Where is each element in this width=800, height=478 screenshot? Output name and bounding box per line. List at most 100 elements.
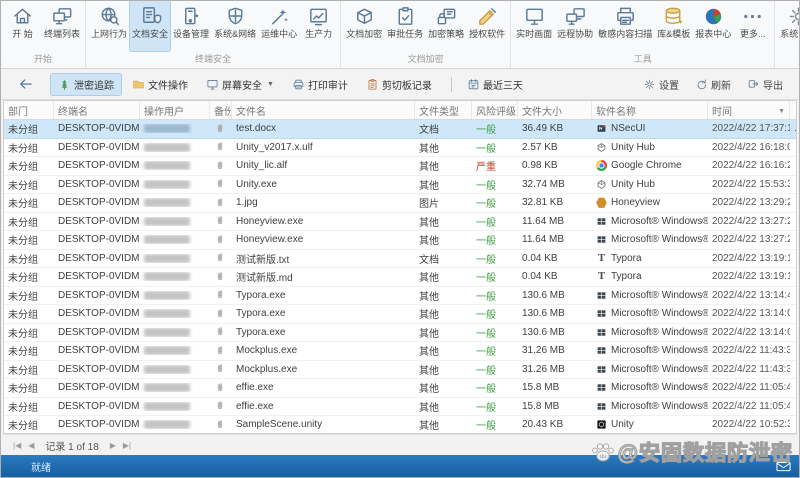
ribbon-item-label: 库&模板 [657, 29, 691, 39]
cell-filename: effie.exe [236, 382, 274, 394]
column-header-terminal[interactable]: 终端名 [54, 101, 140, 119]
ribbon-item-sensitive-scan[interactable]: 敏感内容扫描 [596, 1, 654, 51]
column-header-time[interactable]: 时间 ▼ [708, 101, 790, 119]
next-page-button[interactable]: ▶ [110, 441, 116, 450]
column-header-filesize[interactable]: 文件大小 [518, 101, 592, 119]
cell-filesize: 36.49 KB [522, 123, 564, 135]
prev-page-button[interactable]: ◀ [28, 441, 34, 450]
app-name-label: Google Chrome [611, 160, 682, 172]
ribbon-item-label: 上网行为 [91, 29, 128, 39]
column-header-backup[interactable]: 备份 [210, 101, 232, 119]
cell-time: 2022/4/22 17:37:18 [712, 123, 790, 135]
envelope-icon[interactable] [776, 461, 791, 472]
ribbon-item-approval-task[interactable]: 审批任务 [385, 1, 425, 51]
cell-dept: 未分组 [8, 199, 38, 211]
column-header-user[interactable]: 操作用户 [140, 101, 210, 119]
recent-days-button[interactable]: 最近三天 [460, 74, 530, 95]
ribbon-item-label: 设备管理 [173, 29, 210, 39]
refresh-button[interactable]: 刷新 [693, 74, 733, 95]
ribbon-item-system-settings[interactable]: 系统设置 [778, 1, 799, 51]
cell-filetype: 其他 [419, 291, 439, 303]
cell-risk: 一般 [476, 180, 496, 192]
ribbon-item-encrypt-policy[interactable]: 加密策略 [426, 1, 466, 51]
table-row[interactable]: 未分组 DESKTOP-0VIDMDJ Unity_v2017.x.ulf 其他 一般 2… [4, 138, 796, 157]
gear-icon [643, 78, 656, 91]
cell-appname: T Typora [592, 271, 708, 282]
paperclip-icon [214, 197, 226, 209]
table-row[interactable]: 未分组 DESKTOP-0VIDMDJ 测试新版.txt 文档 一般 0.04 KB T Ty… [4, 249, 796, 268]
first-page-button[interactable]: |◀ [13, 441, 21, 450]
table-row[interactable]: 未分组 DESKTOP-0VIDMDJ Unity_lic.alf 其他 严重 0.98 … [4, 157, 796, 176]
caret-down-icon[interactable]: ▼ [778, 105, 785, 116]
column-header-dept[interactable]: 部门 [4, 101, 54, 119]
table-row[interactable]: 未分组 DESKTOP-0VIDMDJ 1.jpg 图片 一般 32.81 KB Honey… [4, 194, 796, 213]
table-row[interactable]: 未分组 DESKTOP-0VIDMDJ Mockplus.exe 其他 一般 31.26 … [4, 342, 796, 361]
cell-user-redacted [140, 142, 210, 152]
screen-security-button[interactable]: 屏幕安全 ▼ [199, 74, 281, 95]
toolbar-button-label: 导出 [763, 80, 783, 92]
cell-filetype: 其他 [419, 384, 439, 396]
typora-icon: T [597, 271, 606, 283]
app-name-label: Microsoft® Windows® Oper... [611, 400, 708, 412]
table-row[interactable]: 未分组 DESKTOP-0VIDMDJ Typora.exe 其他 一般 130.6 MB… [4, 286, 796, 305]
ribbon-item-realtime-screen[interactable]: 实时画面 [514, 1, 554, 51]
clipboard-record-button[interactable]: 剪切板记录 [359, 74, 439, 95]
paperclip-icon [214, 160, 226, 172]
cell-filetype: 其他 [419, 162, 439, 174]
ribbon-item-system-network[interactable]: 系统&网络 [212, 1, 258, 51]
cell-filesize: 20.43 KB [522, 419, 564, 431]
table-row[interactable]: 未分组 DESKTOP-0VIDMDJ Honeyview.exe 其他 一般 11.64… [4, 212, 796, 231]
ribbon-item-more[interactable]: 更多... [734, 1, 771, 51]
table-row[interactable]: 未分组 DESKTOP-0VIDMDJ Mockplus.exe 其他 一般 31.26 … [4, 360, 796, 379]
ribbon-group-label: 开始 [34, 54, 53, 64]
file-ops-button[interactable]: 文件操作 [125, 74, 195, 95]
cell-filename: SampleScene.unity [236, 419, 323, 431]
export-icon [747, 78, 760, 91]
ribbon-item-web-behavior[interactable]: 上网行为 [89, 1, 129, 51]
ribbon-item-label: 敏感内容扫描 [598, 29, 653, 39]
ribbon-item-authorized-software[interactable]: 授权软件 [467, 1, 507, 51]
back-button[interactable] [17, 75, 35, 93]
settings-button[interactable]: 设置 [641, 74, 681, 95]
cell-backup [210, 345, 232, 357]
terminal-list-icon [51, 5, 74, 28]
ribbon-group-label: 文档加密 [407, 54, 444, 64]
ribbon-item-home[interactable]: 开 始 [4, 1, 41, 51]
ribbon-item-doc-encrypt[interactable]: 文档加密 [344, 1, 384, 51]
ribbon-item-remote-assist[interactable]: 远程协助 [555, 1, 595, 51]
table-row[interactable]: 未分组 DESKTOP-0VIDMDJ test.docx 文档 一般 36.49 KB N… [4, 120, 796, 139]
app-name-label: NSecUI [611, 123, 646, 135]
table-row[interactable]: 未分组 DESKTOP-0VIDMDJ Typora.exe 其他 一般 130.6 MB… [4, 305, 796, 324]
column-header-filetype[interactable]: 文件类型 [415, 101, 472, 119]
ribbon-item-productivity[interactable]: 生产力 [300, 1, 337, 51]
table-row[interactable]: 未分组 DESKTOP-0VIDMDJ effie.exe 其他 一般 15.8 MB Mi… [4, 379, 796, 398]
ribbon-item-terminal-list[interactable]: 终端列表 [42, 1, 82, 51]
column-header-filename[interactable]: 文件名 [232, 101, 415, 119]
ribbon-item-library-template[interactable]: 库&模板 [655, 1, 692, 51]
print-audit-button[interactable]: 打印审计 [285, 74, 355, 95]
table-row[interactable]: 未分组 DESKTOP-0VIDMDJ Unity.exe 其他 一般 32.74 MB U… [4, 175, 796, 194]
table-row[interactable]: 未分组 DESKTOP-0VIDMDJ effie.exe 其他 一般 15.8 MB Mi… [4, 397, 796, 416]
cell-backup [210, 419, 232, 431]
cell-terminal: DESKTOP-0VIDMDJ [58, 197, 140, 209]
cell-time: 2022/4/22 13:14:44 [712, 289, 790, 301]
column-header-risk[interactable]: 风险评级 [472, 101, 518, 119]
ribbon-item-ops-center[interactable]: 运维中心 [259, 1, 299, 51]
ribbon-item-doc-security[interactable]: 文档安全 [129, 1, 172, 52]
column-header-appname[interactable]: 软件名称 [592, 101, 708, 119]
cell-time: 2022/4/22 13:19:16 [712, 252, 790, 264]
table-row[interactable]: 未分组 DESKTOP-0VIDMDJ Honeyview.exe 其他 一般 11.64… [4, 231, 796, 250]
table-row[interactable]: 未分组 DESKTOP-0VIDMDJ Typora.exe 其他 一般 130.6 MB… [4, 323, 796, 342]
table-row[interactable]: 未分组 DESKTOP-0VIDMDJ 测试新版.md 其他 一般 0.04 KB T Typ… [4, 268, 796, 287]
table-row[interactable]: 未分组 DESKTOP-0VIDMDJ SampleScene.unity 其他 一般 2… [4, 416, 796, 433]
last-page-button[interactable]: ▶| [123, 441, 131, 450]
leak-trace-button[interactable]: 泄密追踪 [50, 72, 122, 96]
toolbar-button-label: 刷新 [711, 80, 731, 92]
ribbon-item-label: 实时画面 [516, 29, 553, 39]
export-button[interactable]: 导出 [745, 74, 785, 95]
ribbon-item-device-manage[interactable]: 设备管理 [171, 1, 211, 51]
cell-filename: Typora.exe [236, 326, 286, 338]
cell-user-redacted [140, 179, 210, 189]
ribbon-item-report-center[interactable]: 报表中心 [693, 1, 733, 51]
more-icon [741, 5, 764, 28]
